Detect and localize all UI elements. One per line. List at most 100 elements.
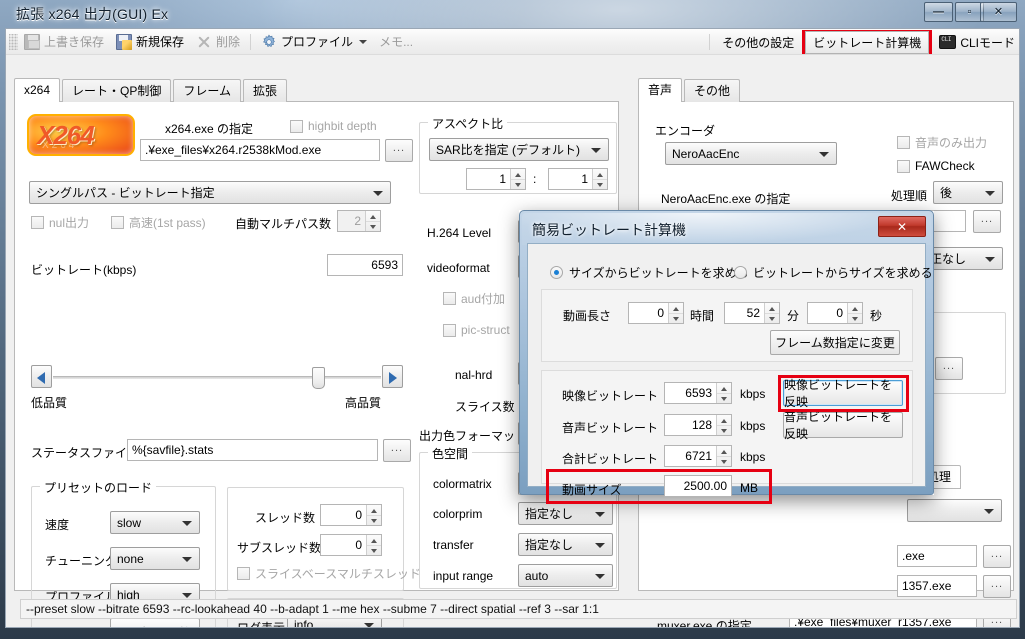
bitrate-slider[interactable] [31,365,403,391]
radio-bitrate-to-size[interactable]: ビットレートからサイズを求める [734,264,933,281]
seconds-spinner[interactable]: 0 [807,302,863,324]
chevron-down-icon [985,257,995,262]
spinner-arrows[interactable] [668,303,683,323]
h264-level-label: H.264 Level [427,226,492,240]
aspect-width-spinner[interactable]: 1 [466,168,526,190]
spinner-arrows[interactable] [716,383,731,403]
tab-other[interactable]: その他 [684,79,741,102]
total-bitrate-spinner[interactable]: 6721 [664,445,732,467]
spinner-arrows[interactable] [716,446,731,466]
dialog-frame: 簡易ビットレート計算機 ✕ サイズからビットレートを求める ビットレートからサイ… [519,210,934,504]
video-size-input[interactable]: 2500.00 [664,475,732,497]
nul-output-checkbox[interactable]: nul出力 [31,214,89,231]
audio-encoder-combo[interactable]: NeroAacEnc [665,142,837,165]
dialog-close-button[interactable]: ✕ [878,216,926,237]
highbit-depth-checkbox[interactable]: highbit depth [290,119,377,133]
change-to-frames-button[interactable]: フレーム数指定に変更 [770,330,900,355]
bitrate-calculator-button[interactable]: ビットレート計算機 [805,30,930,54]
profile-label: プロファイル [281,35,354,49]
profile-menu-button[interactable]: プロファイル [255,31,373,53]
bitrate-input[interactable]: 6593 [327,254,403,276]
spinner-arrows[interactable] [764,303,779,323]
hours-spinner[interactable]: 0 [628,302,684,324]
spinner-arrows[interactable] [366,505,381,525]
cli-mode-button[interactable]: CLIモード [939,34,1015,51]
process-browse-button-1[interactable]: ... [983,545,1011,568]
command-line-preview[interactable]: --preset slow --bitrate 6593 --rc-lookah… [20,599,1017,619]
left-tab-strip: x264 レート・QP制御 フレーム 拡張 [14,78,289,102]
pic-struct-checkbox[interactable]: pic-struct [443,323,510,337]
slice-based-mt-checkbox[interactable]: スライスベースマルチスレッド [237,565,421,582]
new-save-button[interactable]: 新規保存 [110,31,190,53]
spinner-arrows[interactable] [716,415,731,435]
speed-combo[interactable]: slow [110,511,200,534]
process-order-label: 処理順 [891,189,928,203]
highbit-depth-label: highbit depth [308,119,377,133]
aud-checkbox[interactable]: aud付加 [443,290,505,307]
slider-left-arrow-button[interactable] [31,365,52,388]
slider-right-arrow-button[interactable] [382,365,403,388]
transfer-combo[interactable]: 指定なし [518,533,613,556]
process-order-combo[interactable]: 後 [933,181,1003,204]
apply-audio-bitrate-button[interactable]: 音声ビットレートを反映 [783,410,903,441]
minimize-button[interactable]: — [924,2,953,22]
encode-mode-combo[interactable]: シングルパス - ビットレート指定 [29,181,391,204]
aspect-width-value: 1 [499,172,506,186]
process-exe-input-1[interactable]: .exe [897,545,977,567]
nal-hrd-label: nal-hrd [455,368,493,382]
tab-frame[interactable]: フレーム [173,79,242,102]
process-sub-combo[interactable] [907,499,1002,522]
radio-size-to-bitrate[interactable]: サイズからビットレートを求める [550,264,749,281]
overwrite-save-button[interactable]: 上書き保存 [18,31,110,53]
audio-exe-browse-button[interactable]: ... [973,210,1001,233]
tab-rate-qp-control[interactable]: レート・QP制御 [62,79,172,102]
colorprim-combo[interactable]: 指定なし [518,502,613,525]
toolbar-grip[interactable] [9,33,18,50]
input-range-value: auto [525,568,549,583]
process-exe-input-2[interactable]: 1357.exe [897,575,977,597]
footer-bar: デフォルト 拡張 x264 出力(GUI) Ex 2.30 build May … [6,625,1019,627]
tab-audio[interactable]: 音声 [638,78,683,102]
input-range-combo[interactable]: auto [518,564,613,587]
spinner-arrows[interactable] [592,169,607,189]
colorprim-value: 指定なし [525,507,574,521]
audio-only-checkbox[interactable]: 音声のみ出力 [897,134,987,151]
radio-bitrate-to-size-label: ビットレートからサイズを求める [753,266,933,280]
minutes-spinner[interactable]: 52 [724,302,780,324]
subthreads-spinner[interactable]: 0 [320,534,382,556]
radio-size-to-bitrate-button [550,266,563,279]
nul-output-box [31,216,44,229]
status-file-input[interactable]: %{savfile}.stats [127,439,378,461]
spinner-arrows[interactable] [365,211,380,231]
aspect-mode-combo[interactable]: SAR比を指定 (デフォルト) [429,138,609,161]
title-bar: 拡張 x264 出力(GUI) Ex — ▫ ✕ [0,0,1025,28]
fast-first-pass-checkbox[interactable]: 高速(1st pass) [111,214,206,231]
slice-based-mt-box [237,567,250,580]
spinner-arrows[interactable] [510,169,525,189]
tuning-combo[interactable]: none [110,547,200,570]
close-button[interactable]: ✕ [980,2,1017,22]
tab-extended[interactable]: 拡張 [243,79,288,102]
threads-spinner[interactable]: 0 [320,504,382,526]
audio-bitrate-spinner[interactable]: 128 [664,414,732,436]
status-file-browse-button[interactable]: ... [383,439,411,462]
mb-unit-label: MB [740,481,758,495]
x264-exe-input[interactable]: .¥exe_files¥x264.r2538kMod.exe [140,139,380,161]
spinner-arrows[interactable] [847,303,862,323]
faw-check-box [897,159,910,173]
delete-button[interactable]: 削除 [190,31,246,53]
process-browse-button-2[interactable]: ... [983,575,1011,598]
other-settings-button[interactable]: その他の設定 [714,31,802,54]
memo-button[interactable]: メモ... [373,31,419,53]
apply-video-bitrate-button[interactable]: 映像ビットレートを反映 [783,378,903,409]
duration-label: 動画長さ [563,309,612,323]
auto-multipass-spinner[interactable]: 2 [337,210,381,232]
spinner-arrows[interactable] [366,535,381,555]
slider-thumb[interactable] [312,367,325,389]
aspect-height-spinner[interactable]: 1 [548,168,608,190]
tab-x264[interactable]: x264 [14,78,61,102]
video-bitrate-spinner[interactable]: 6593 [664,382,732,404]
x264-exe-browse-button[interactable]: ... [385,139,413,162]
slider-track[interactable] [53,376,381,379]
faw-check-checkbox[interactable]: FAWCheck [897,159,975,173]
